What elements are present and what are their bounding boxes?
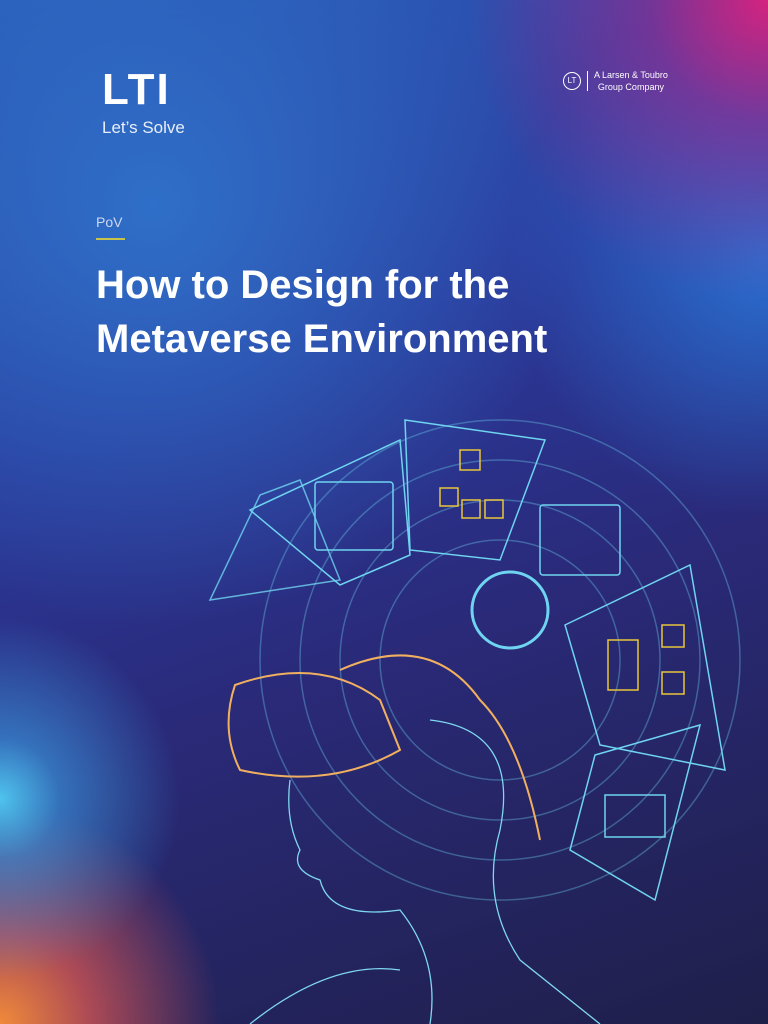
lti-logo: LTI Let’s Solve xyxy=(102,65,185,138)
parent-line2: Group Company xyxy=(597,82,664,92)
panel-arc xyxy=(404,419,547,561)
panel-arc xyxy=(564,563,726,771)
parent-company-badge: LT A Larsen & Toubro Group Company xyxy=(563,69,668,93)
cover-page: LTI Let’s Solve LT A Larsen & Toubro Grou… xyxy=(0,0,768,1024)
accent-underline xyxy=(96,238,125,240)
tagline: Let’s Solve xyxy=(102,118,185,137)
panel-arc xyxy=(248,438,411,586)
doc-type-label: PoV xyxy=(96,214,123,230)
lt-logo-icon: LT xyxy=(563,72,581,90)
divider xyxy=(587,71,588,91)
logo-wordmark: LTI xyxy=(102,65,171,114)
page-title: How to Design for the Metaverse Environm… xyxy=(96,263,548,361)
parent-line1: A Larsen & Toubro xyxy=(594,70,668,80)
vr-metaverse-illustration xyxy=(208,419,741,1024)
